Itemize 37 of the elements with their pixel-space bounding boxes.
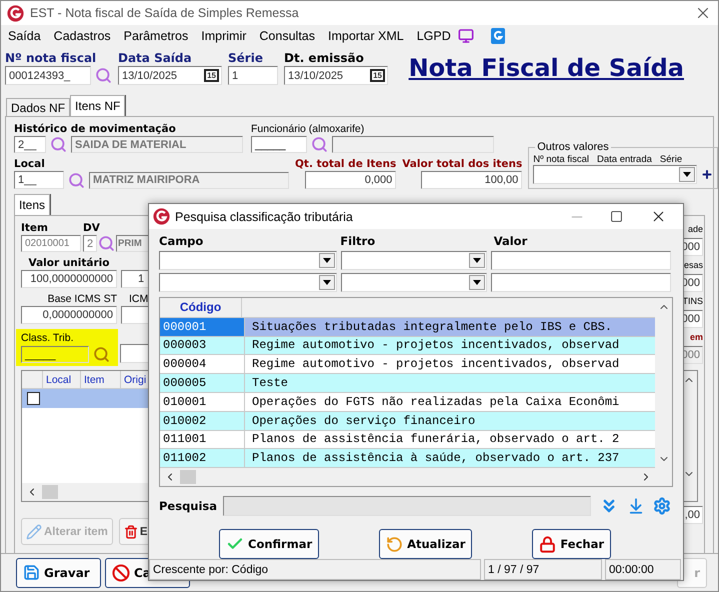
field-label: Data Saída xyxy=(118,51,193,65)
field-label: Item xyxy=(21,222,49,234)
field-label: Valor xyxy=(494,234,528,248)
field-label: Dt. emissão xyxy=(284,51,365,65)
group-title: Outros valores xyxy=(535,141,611,153)
field-label: Filtro xyxy=(340,234,376,248)
dialog-title: Pesquisa classificação tributária xyxy=(175,210,354,224)
field-label: Valor total dos itens xyxy=(402,158,522,170)
description-field: SAIDA DE MATERIAL xyxy=(71,136,243,153)
field-label: ade xyxy=(688,224,703,234)
column-label: Série xyxy=(660,154,682,165)
field-label: DV xyxy=(83,222,101,234)
field-label: Class. Trib. xyxy=(21,332,75,344)
field-label: TINS xyxy=(682,296,703,306)
column-label: Nº nota fiscal xyxy=(533,154,589,165)
field-label: Funcionário (almoxarife) xyxy=(251,123,366,135)
field-label: Local xyxy=(14,158,46,170)
status-text: Crescente por: Código xyxy=(149,559,481,580)
field-label: Histórico de movimentação xyxy=(14,123,177,135)
field-label: Nº nota fiscal xyxy=(5,51,98,65)
column-label: Data entrada xyxy=(596,154,652,165)
field-label: Pesquisa xyxy=(159,499,215,513)
status-text: 1 / 97 / 97 xyxy=(484,559,602,580)
field-label: Valor unitário xyxy=(28,257,110,269)
total-field: 100,00 xyxy=(421,171,522,189)
status-text: 00:00:00 xyxy=(605,559,681,580)
field-label: em xyxy=(690,332,703,342)
field-label: Qt. total de Itens xyxy=(295,158,396,170)
window-title: EST - Nota fiscal de Saída de Simples Remessa xyxy=(30,6,300,20)
field-label: esas xyxy=(684,260,703,270)
field-label: Campo xyxy=(159,234,204,248)
field-label: ICM xyxy=(128,293,150,305)
field-label: Série xyxy=(228,51,264,65)
total-field: 0,000 xyxy=(305,171,396,189)
page-heading: Nota Fiscal de Saída xyxy=(408,54,684,82)
description-field: MATRIZ MAIRIPORA xyxy=(89,172,289,188)
field-label: Base ICMS ST xyxy=(48,293,117,305)
